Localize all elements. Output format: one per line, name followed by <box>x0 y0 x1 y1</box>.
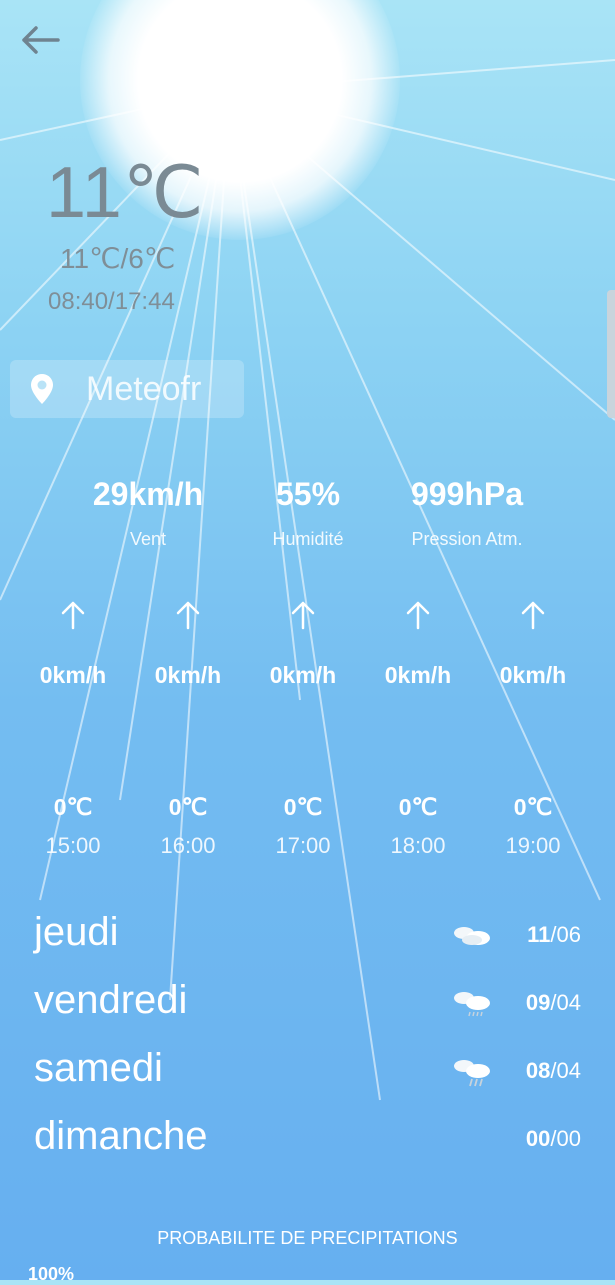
arrow-up-icon <box>363 600 473 636</box>
day-name: jeudi <box>34 910 119 954</box>
cloudy-icon <box>454 927 490 945</box>
day-min-temp: 06 <box>556 922 581 947</box>
location-pin-icon <box>30 369 60 409</box>
hourly-time: 18:00 <box>390 833 446 858</box>
wind-speed: 0km/h <box>384 662 452 688</box>
current-temperature: 11℃ <box>46 153 205 233</box>
pressure-label: Pression Atm. <box>411 529 523 549</box>
sunrise-sunset-times: 08:40/17:44 <box>48 288 175 315</box>
arrow-up-icon <box>248 600 358 636</box>
humidity-stat: 55% Humidité <box>258 476 358 550</box>
humidity-value: 55% <box>275 476 341 512</box>
wind-value: 29km/h <box>92 476 204 512</box>
weather-stats: 29km/h Vent 55% Humidité 999hPa Pression… <box>0 476 615 556</box>
day-name: dimanche <box>34 1114 208 1158</box>
hourly-time: 15:00 <box>45 833 101 858</box>
day-name: vendredi <box>34 978 188 1022</box>
temperature-range: 11℃/6℃ <box>60 243 176 274</box>
hourly-time: 16:00 <box>160 833 216 858</box>
hourly-temperature: 0℃ <box>283 794 323 820</box>
day-temperature: 09/04 <box>525 990 581 1015</box>
day-max-temp: 11 <box>527 922 551 947</box>
hourly-time: 19:00 <box>505 833 561 858</box>
back-button[interactable] <box>16 18 64 62</box>
cloud-rain-icon <box>454 1060 490 1087</box>
arrow-left-icon <box>22 26 60 54</box>
location-selector[interactable]: Meteofr <box>10 360 244 418</box>
precipitation-value: 100% <box>28 1264 75 1284</box>
day-max-temp: 09 <box>525 990 551 1015</box>
hourly-temp-item: 0℃ 17:00 <box>248 794 358 859</box>
hourly-temperature: 0℃ <box>53 794 93 820</box>
arrow-up-icon <box>133 600 243 636</box>
day-min-temp: 00 <box>556 1126 581 1151</box>
humidity-label: Humidité <box>272 529 344 549</box>
wind-stat: 29km/h Vent <box>80 476 216 550</box>
day-temperature: 11/06 <box>527 922 581 947</box>
hourly-wind-item: 0km/h <box>478 600 588 689</box>
hourly-temp-item: 0℃ 16:00 <box>133 794 243 859</box>
pressure-value: 999hPa <box>410 476 524 512</box>
arrow-up-icon <box>478 600 588 636</box>
hourly-temp-item: 0℃ 18:00 <box>363 794 473 859</box>
day-min-temp: 04 <box>556 990 581 1015</box>
daily-forecast-row[interactable]: samedi 08/04 <box>0 1046 615 1106</box>
wind-speed: 0km/h <box>154 662 222 688</box>
daily-forecast-row[interactable]: dimanche 00/00 <box>0 1114 615 1174</box>
hourly-wind-item: 0km/h <box>248 600 358 689</box>
wind-label: Vent <box>129 529 167 549</box>
hourly-wind-item: 0km/h <box>133 600 243 689</box>
cloud-drizzle-icon <box>454 992 490 1017</box>
hourly-temp-item: 0℃ 19:00 <box>478 794 588 859</box>
daily-forecast-row[interactable]: vendredi 09/04 <box>0 978 615 1038</box>
daily-forecast-row[interactable]: jeudi 11/06 <box>0 910 615 970</box>
arrow-up-icon <box>18 600 128 636</box>
precipitation-title: PROBABILITE DE PRECIPITATIONS <box>157 1228 458 1248</box>
hourly-time: 17:00 <box>275 833 331 858</box>
location-name: Meteofr <box>86 369 202 408</box>
hourly-temperature: 0℃ <box>513 794 553 820</box>
day-temperature: 08/04 <box>525 1058 581 1083</box>
wind-speed: 0km/h <box>269 662 337 688</box>
day-min-temp: 04 <box>556 1058 581 1083</box>
edge-panel-handle[interactable] <box>607 290 615 418</box>
wind-speed: 0km/h <box>39 662 107 688</box>
pressure-stat: 999hPa Pression Atm. <box>396 476 538 550</box>
hourly-wind-item: 0km/h <box>18 600 128 689</box>
day-max-temp: 00 <box>525 1126 551 1151</box>
day-name: samedi <box>34 1046 163 1090</box>
day-max-temp: 08 <box>525 1058 551 1083</box>
hourly-temp-item: 0℃ 15:00 <box>18 794 128 859</box>
day-temperature: 00/00 <box>525 1126 581 1151</box>
wind-speed: 0km/h <box>499 662 567 688</box>
hourly-temperature: 0℃ <box>398 794 438 820</box>
hourly-temperature: 0℃ <box>168 794 208 820</box>
hourly-wind-item: 0km/h <box>363 600 473 689</box>
